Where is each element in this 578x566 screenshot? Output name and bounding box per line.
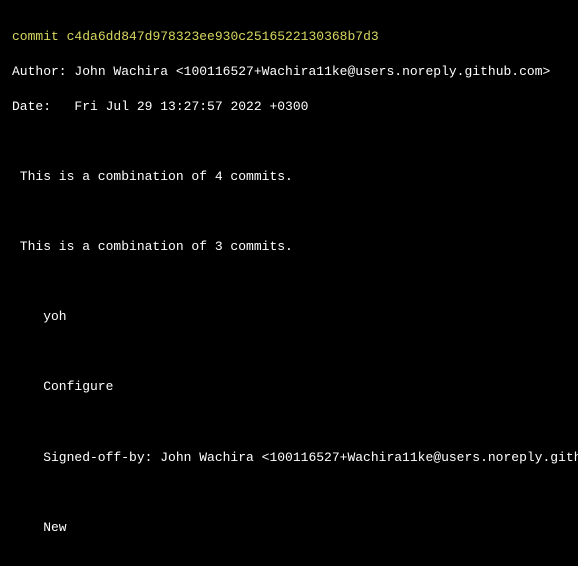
commit-message-line: This is a combination of 3 commits.: [20, 238, 566, 256]
commit-message-line: This is a combination of 4 commits.: [20, 168, 566, 186]
commit-line: commit c4da6dd847d978323ee930c2516522130…: [12, 28, 566, 46]
author-value: John Wachira <100116527+Wachira11ke@user…: [74, 64, 550, 79]
commit-message-line: Configure: [43, 378, 566, 396]
terminal-output: commit c4da6dd847d978323ee930c2516522130…: [0, 0, 578, 566]
author-label: Author:: [12, 64, 67, 79]
commit-label: commit: [12, 29, 59, 44]
date-label: Date:: [12, 99, 51, 114]
date-value: Fri Jul 29 13:27:57 2022 +0300: [74, 99, 308, 114]
commit-message-line: yoh: [43, 308, 566, 326]
commit-message-line: Signed-off-by: John Wachira <100116527+W…: [43, 449, 566, 467]
commit-hash: c4da6dd847d978323ee930c2516522130368b7d3: [67, 29, 379, 44]
commit-message-line: New: [43, 519, 566, 537]
author-line: Author: John Wachira <100116527+Wachira1…: [12, 63, 566, 81]
date-line: Date: Fri Jul 29 13:27:57 2022 +0300: [12, 98, 566, 116]
